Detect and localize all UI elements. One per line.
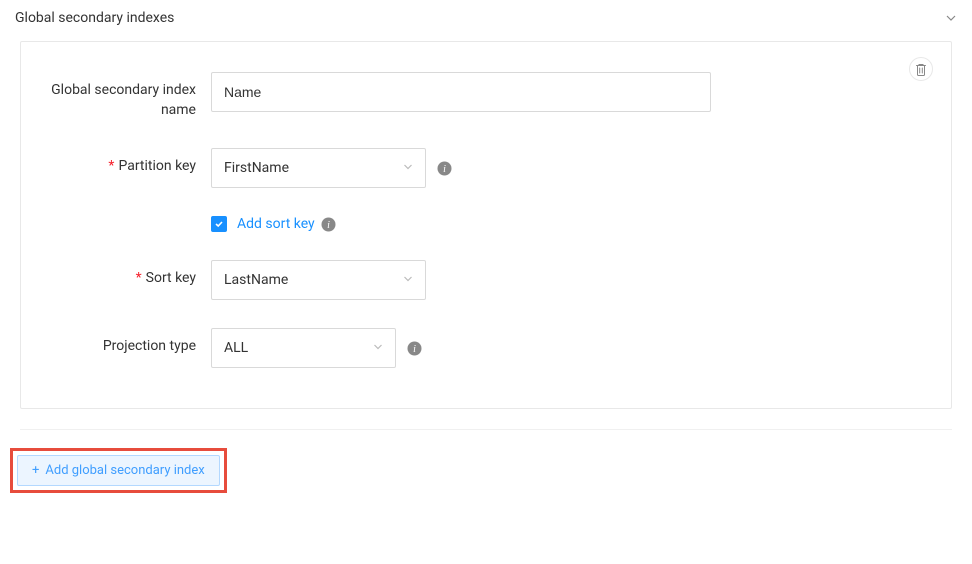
- chevron-down-icon: [403, 272, 413, 288]
- sort-key-label: *Sort key: [41, 260, 211, 289]
- check-icon: [214, 219, 224, 229]
- projection-type-select[interactable]: ALL: [211, 328, 396, 368]
- chevron-down-icon[interactable]: [945, 12, 957, 24]
- add-global-secondary-index-button[interactable]: + Add global secondary index: [17, 455, 220, 486]
- required-mark: *: [108, 158, 114, 174]
- projection-type-label: Projection type: [41, 328, 211, 357]
- plus-icon: +: [32, 463, 39, 478]
- info-icon[interactable]: i: [321, 217, 336, 232]
- delete-index-button[interactable]: [909, 57, 933, 81]
- svg-text:i: i: [327, 220, 330, 231]
- info-icon[interactable]: i: [436, 160, 452, 176]
- section-title: Global secondary indexes: [15, 10, 174, 26]
- add-sort-key-row: Add sort key i: [211, 216, 931, 232]
- chevron-down-icon: [373, 340, 383, 356]
- partition-key-select[interactable]: FirstName: [211, 148, 426, 188]
- trash-icon: [915, 63, 927, 76]
- add-button-highlight: + Add global secondary index: [10, 448, 227, 493]
- section-header[interactable]: Global secondary indexes: [0, 0, 972, 36]
- svg-text:i: i: [413, 344, 416, 355]
- svg-text:i: i: [443, 164, 446, 175]
- sort-key-select[interactable]: LastName: [211, 260, 426, 300]
- chevron-down-icon: [403, 160, 413, 176]
- projection-type-row: Projection type ALL i: [41, 328, 931, 368]
- required-mark: *: [136, 270, 142, 286]
- index-name-label: Global secondary index name: [41, 72, 211, 120]
- partition-key-row: *Partition key FirstName i: [41, 148, 931, 188]
- info-icon[interactable]: i: [406, 340, 422, 356]
- index-name-input[interactable]: [211, 72, 711, 112]
- partition-key-label: *Partition key: [41, 148, 211, 177]
- add-sort-key-label[interactable]: Add sort key: [237, 216, 315, 232]
- sort-key-row: *Sort key LastName: [41, 260, 931, 300]
- index-name-row: Global secondary index name: [41, 72, 931, 120]
- index-card: Global secondary index name *Partition k…: [20, 41, 952, 409]
- add-sort-key-checkbox[interactable]: [211, 216, 227, 232]
- divider: [20, 429, 952, 430]
